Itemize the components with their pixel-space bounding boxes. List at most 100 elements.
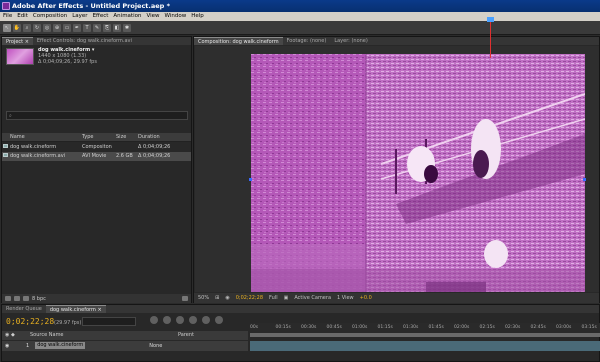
brush-tool-icon[interactable]: ✎	[93, 23, 101, 32]
column-name[interactable]: Name	[2, 133, 82, 141]
motion-blur-icon[interactable]	[202, 316, 210, 324]
menu-help[interactable]: Help	[191, 12, 204, 21]
layer-handle[interactable]	[583, 178, 586, 181]
comp-mini-flowchart-icon[interactable]	[150, 316, 158, 324]
timeline-search-input[interactable]	[82, 317, 136, 326]
ruler-tick-label: 01:00s	[352, 325, 368, 330]
layer-row[interactable]: ◉ 1 dog walk.cineform None	[2, 341, 248, 351]
menu-layer[interactable]: Layer	[72, 12, 87, 21]
current-time-indicator[interactable]	[490, 18, 491, 58]
tab-timeline-comp[interactable]: dog walk.cineform ×	[45, 305, 106, 313]
ruler-tick-label: 03:00s	[556, 325, 572, 330]
layer-name[interactable]: dog walk.cineform	[35, 342, 86, 349]
resolution-dropdown[interactable]: Full	[269, 295, 278, 301]
menu-bar: File Edit Composition Layer Effect Anima…	[0, 12, 600, 21]
ruler-tick-label: 02:15s	[479, 325, 495, 330]
project-row-duration: Δ 0;04;09;26	[138, 144, 171, 150]
composition-footer: 50% ⊞ ◉ 0;02;22;28 Full ▣ Active Camera …	[194, 293, 599, 303]
timeline-panel: Render Queue dog walk.cineform × 0;02;22…	[1, 304, 600, 362]
tab-project[interactable]: Project ×	[2, 37, 33, 45]
menu-view[interactable]: View	[146, 12, 159, 21]
project-search-input[interactable]: ⌕	[6, 111, 188, 120]
graph-editor-icon[interactable]	[215, 316, 223, 324]
tools-panel: ↖ ✋ ⌕ ↻ ◎ ⊕ ▭ ✒ T ✎ ⎘ ◧ ✱	[0, 21, 600, 35]
ruler-tick-label: 00:15s	[275, 325, 291, 330]
text-tool-icon[interactable]: T	[83, 23, 91, 32]
eye-icon[interactable]: ◉	[2, 341, 26, 351]
title-bar: Adobe After Effects - Untitled Project.a…	[0, 0, 600, 12]
pen-tool-icon[interactable]: ✒	[73, 23, 81, 32]
time-ruler[interactable]: 00s 00:15s 00:30s 00:45s 01:00s 01:15s 01:30s 0…	[250, 323, 600, 333]
zoom-tool-icon[interactable]: ⌕	[23, 23, 31, 32]
project-row[interactable]: dog walk.cineform.avi AVI Movie 2.6 GB Δ…	[2, 152, 191, 161]
tab-footage[interactable]: Footage: (none)	[283, 37, 331, 45]
pan-behind-tool-icon[interactable]: ⊕	[53, 23, 61, 32]
project-row-size: 2.6 GB	[116, 153, 133, 159]
av-features-header: ◉ ◆	[5, 332, 15, 338]
magnification-dropdown[interactable]: 50%	[198, 295, 209, 301]
composition-viewer[interactable]	[195, 46, 599, 292]
work-area-bar[interactable]	[250, 333, 600, 337]
column-duration[interactable]: Duration	[138, 133, 183, 141]
trash-icon[interactable]	[182, 296, 188, 301]
clone-stamp-tool-icon[interactable]: ⎘	[103, 23, 111, 32]
exposure-value[interactable]: +0.0	[360, 295, 372, 301]
composition-frame[interactable]	[251, 54, 585, 292]
source-name-header[interactable]: Source Name	[30, 331, 178, 340]
bit-depth-button[interactable]: 8 bpc	[32, 296, 46, 302]
menu-composition[interactable]: Composition	[33, 12, 67, 21]
tab-layer[interactable]: Layer: (none)	[330, 37, 372, 45]
ruler-tick-label: 00s	[250, 325, 259, 330]
rotate-tool-icon[interactable]: ↻	[33, 23, 41, 32]
puppet-tool-icon[interactable]: ✱	[123, 23, 131, 32]
menu-edit[interactable]: Edit	[17, 12, 28, 21]
camera-tool-icon[interactable]: ◎	[43, 23, 51, 32]
layer-duration-bar[interactable]	[250, 341, 600, 351]
mask-tool-icon[interactable]: ▭	[63, 23, 71, 32]
interpret-footage-icon[interactable]	[5, 296, 11, 301]
ruler-tick-label: 00:45s	[326, 325, 342, 330]
menu-window[interactable]: Window	[165, 12, 187, 21]
region-of-interest-icon[interactable]: ▣	[284, 295, 289, 301]
tab-render-queue[interactable]: Render Queue	[2, 305, 46, 313]
snapshot-icon[interactable]: ◉	[225, 295, 229, 301]
menu-animation[interactable]: Animation	[113, 12, 141, 21]
timeline-current-time[interactable]: 0;02;22;28	[6, 317, 54, 326]
project-row[interactable]: dog walk.cineform Compositon Δ 0;04;09;2…	[2, 143, 191, 152]
shy-icon[interactable]	[176, 316, 184, 324]
ruler-tick-label: 01:15s	[377, 325, 393, 330]
hand-tool-icon[interactable]: ✋	[13, 23, 21, 32]
current-time-indicator-head[interactable]	[487, 17, 494, 22]
new-composition-icon[interactable]	[23, 296, 29, 301]
frame-blending-icon[interactable]	[189, 316, 197, 324]
parent-header[interactable]: Parent	[178, 331, 194, 340]
timeline-switches	[150, 316, 228, 324]
view-layout-dropdown[interactable]: 1 View	[337, 295, 354, 301]
composition-tabbar: Composition: dog walk.cineform Footage: …	[194, 37, 599, 45]
selection-tool-icon[interactable]: ↖	[3, 23, 11, 32]
project-tabbar: Project × Effect Controls: dog walk.cine…	[2, 37, 191, 45]
column-size[interactable]: Size	[116, 133, 138, 141]
project-item-thumbnail	[6, 48, 34, 65]
draft-3d-icon[interactable]	[163, 316, 171, 324]
after-effects-icon	[2, 2, 10, 10]
current-time-display[interactable]: 0;02;22;28	[236, 295, 263, 301]
search-icon: ⌕	[9, 113, 12, 119]
menu-effect[interactable]: Effect	[93, 12, 109, 21]
parent-dropdown[interactable]: None	[149, 341, 162, 351]
camera-dropdown[interactable]: Active Camera	[294, 295, 331, 301]
column-type[interactable]: Type	[82, 133, 116, 141]
ruler-tick-label: 02:30s	[505, 325, 521, 330]
composition-icon	[3, 144, 8, 148]
grid-icon[interactable]: ⊞	[215, 295, 219, 301]
ruler-tick-label: 01:30s	[403, 325, 419, 330]
tab-effect-controls[interactable]: Effect Controls: dog walk.cineform.avi	[33, 37, 136, 45]
layer-handle[interactable]	[249, 178, 252, 181]
project-row-size	[116, 143, 138, 152]
project-footer: 8 bpc	[2, 294, 191, 303]
menu-file[interactable]: File	[3, 12, 12, 21]
project-row-type: AVI Movie	[82, 153, 107, 159]
eraser-tool-icon[interactable]: ◧	[113, 23, 121, 32]
tab-composition[interactable]: Composition: dog walk.cineform	[194, 37, 283, 45]
new-folder-icon[interactable]	[14, 296, 20, 301]
